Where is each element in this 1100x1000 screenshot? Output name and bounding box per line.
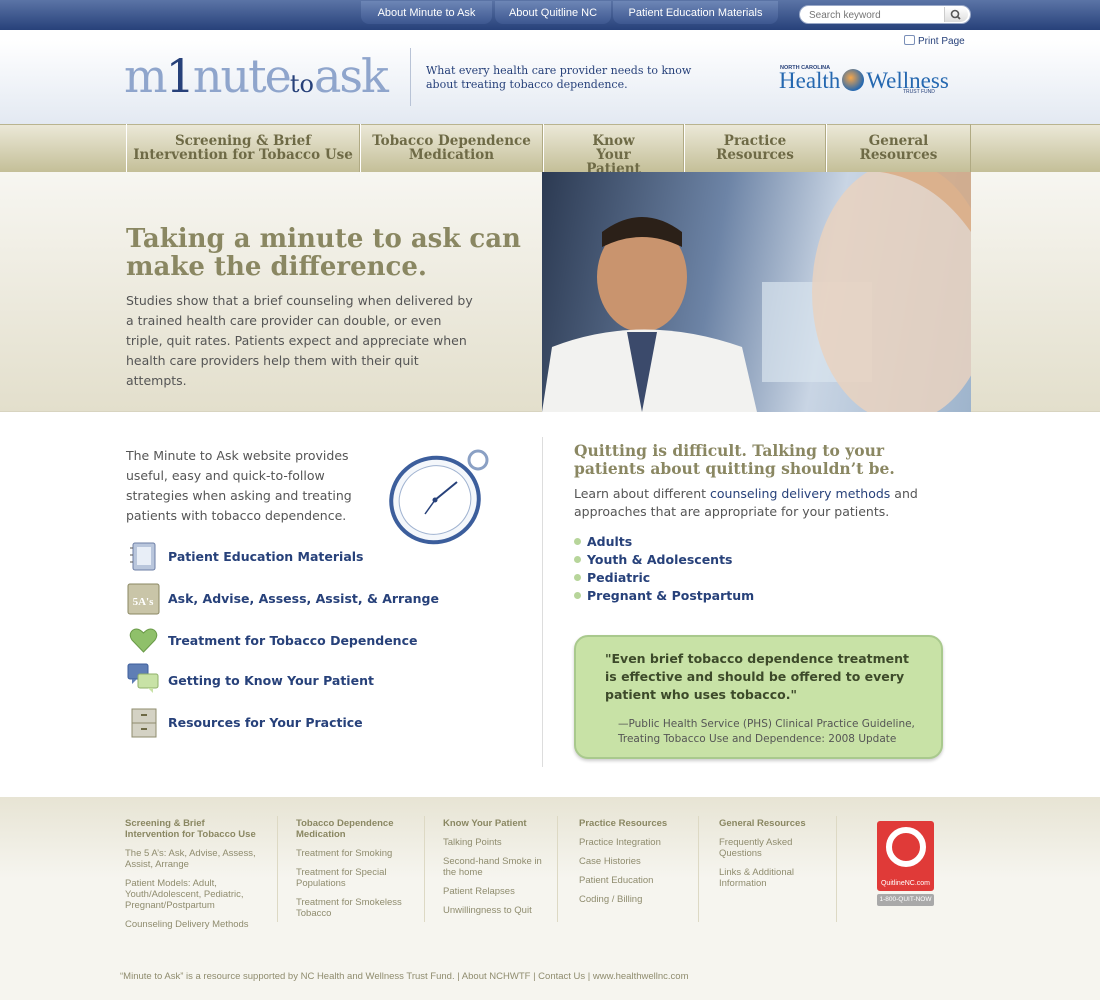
top-link-patient-education[interactable]: Patient Education Materials xyxy=(613,1,778,24)
nav-general-resources[interactable]: General Resources xyxy=(826,124,971,172)
footer-link[interactable]: Treatment for Special Populations xyxy=(296,867,411,889)
footer-heading[interactable]: Tobacco Dependence Medication xyxy=(296,818,411,840)
nav-medication[interactable]: Tobacco Dependence Medication xyxy=(360,124,543,172)
footer-link[interactable]: Case Histories xyxy=(579,856,684,867)
footer-col-practice: Practice Resources Practice Integration … xyxy=(579,818,684,913)
footer-col-medication: Tobacco Dependence Medication Treatment … xyxy=(296,818,411,927)
counseling-methods-link[interactable]: counseling delivery methods xyxy=(710,486,890,501)
search-icon xyxy=(950,9,961,20)
bullet-dot-icon xyxy=(574,538,581,545)
quitline-q-icon xyxy=(886,827,926,867)
footer-link[interactable]: Patient Relapses xyxy=(443,886,543,897)
file-cabinet-icon xyxy=(127,706,160,739)
footer-link[interactable]: Practice Integration xyxy=(579,837,684,848)
footer-link[interactable]: Talking Points xyxy=(443,837,543,848)
bullet-adults[interactable]: Adults xyxy=(574,534,632,549)
link-treatment[interactable]: Treatment for Tobacco Dependence xyxy=(168,633,417,648)
bullet-pediatric[interactable]: Pediatric xyxy=(574,570,650,585)
search-button[interactable] xyxy=(944,7,968,22)
print-page-link[interactable]: Print Page xyxy=(904,35,965,47)
five-as-calendar-icon: 5A's xyxy=(127,582,160,615)
footer-col-screening: Screening & Brief Intervention for Tobac… xyxy=(125,818,260,938)
bullet-pregnant[interactable]: Pregnant & Postpartum xyxy=(574,588,754,603)
quitline-logo[interactable]: QuitlineNC.com xyxy=(877,821,934,891)
hero-text: Studies show that a brief counseling whe… xyxy=(126,293,473,388)
notebook-icon xyxy=(127,540,160,573)
footer-link[interactable]: Unwillingness to Quit xyxy=(443,905,543,916)
footer-heading[interactable]: Practice Resources xyxy=(579,818,684,829)
link-resources-practice[interactable]: Resources for Your Practice xyxy=(168,715,363,730)
search-box xyxy=(799,5,971,24)
link-patient-education[interactable]: Patient Education Materials xyxy=(168,549,364,564)
nav-screening[interactable]: Screening & Brief Intervention for Tobac… xyxy=(126,124,360,172)
stopwatch-icon xyxy=(385,444,510,548)
footer-heading[interactable]: General Resources xyxy=(719,818,819,829)
top-link-about-minute[interactable]: About Minute to Ask xyxy=(361,1,492,24)
footer-link[interactable]: Treatment for Smoking xyxy=(296,848,411,859)
footer-link[interactable]: Patient Education xyxy=(579,875,684,886)
footer-divider xyxy=(424,816,425,922)
footer-link[interactable]: Links & Additional Information xyxy=(719,867,819,889)
footer-link[interactable]: Frequently Asked Questions xyxy=(719,837,819,859)
partner-logo-sub: TRUST FUND xyxy=(903,89,935,95)
bullet-dot-icon xyxy=(574,592,581,599)
quitting-text: Learn about different counseling deliver… xyxy=(574,486,918,519)
footer-copyright: “Minute to Ask” is a resource supported … xyxy=(120,971,689,982)
nav-know-patient[interactable]: Know Your Patient xyxy=(543,124,684,176)
nav-practice-resources[interactable]: Practice Resources xyxy=(684,124,826,172)
footer-divider xyxy=(836,816,837,922)
footer-divider xyxy=(277,816,278,922)
five-as-badge: 5A's xyxy=(133,596,155,608)
footer-link[interactable]: The 5 A’s: Ask, Advise, Assess, Assist, … xyxy=(125,848,260,870)
heart-icon xyxy=(842,69,865,91)
footer-link[interactable]: Treatment for Smokeless Tobacco xyxy=(296,897,411,919)
chat-bubbles-icon xyxy=(127,662,160,695)
column-divider xyxy=(542,437,543,767)
footer-col-general: General Resources Frequently Asked Quest… xyxy=(719,818,819,897)
quote-text: "Even brief tobacco dependence treatment… xyxy=(605,651,910,702)
hero-photo-doctor-patient xyxy=(542,172,971,412)
footer-link[interactable]: Counseling Delivery Methods xyxy=(125,919,260,930)
footer-link[interactable]: Patient Models: Adult, Youth/Adolescent,… xyxy=(125,878,260,911)
footer-link[interactable]: Coding / Billing xyxy=(579,894,684,905)
footer-divider xyxy=(557,816,558,922)
site-logo[interactable]: m1nutetoask xyxy=(124,46,389,114)
site-tagline: What every health care provider needs to… xyxy=(426,64,692,91)
link-know-patient[interactable]: Getting to Know Your Patient xyxy=(168,673,374,688)
printer-icon xyxy=(904,35,915,45)
hero-title: Taking a minute to ask can make the diff… xyxy=(126,224,521,282)
heart-icon xyxy=(127,624,160,657)
bullet-dot-icon xyxy=(574,556,581,563)
bullet-dot-icon xyxy=(574,574,581,581)
logo-divider xyxy=(410,48,411,106)
quitting-heading: Quitting is difficult. Talking to your p… xyxy=(574,441,895,478)
search-input[interactable] xyxy=(809,8,939,22)
footer-divider xyxy=(698,816,699,922)
footer-link[interactable]: Second-hand Smoke in the home xyxy=(443,856,543,878)
bullet-youth[interactable]: Youth & Adolescents xyxy=(574,552,732,567)
quote-source: —Public Health Service (PHS) Clinical Pr… xyxy=(618,718,915,745)
link-five-as[interactable]: Ask, Advise, Assess, Assist, & Arrange xyxy=(168,591,439,606)
footer-heading[interactable]: Screening & Brief Intervention for Tobac… xyxy=(125,818,260,840)
top-link-about-quitline[interactable]: About Quitline NC xyxy=(495,1,611,24)
quitline-phone: 1-800-QUIT-NOW xyxy=(877,894,934,906)
footer-col-know-patient: Know Your Patient Talking Points Second-… xyxy=(443,818,543,924)
intro-text: The Minute to Ask website provides usefu… xyxy=(126,448,352,523)
footer-heading[interactable]: Know Your Patient xyxy=(443,818,543,829)
